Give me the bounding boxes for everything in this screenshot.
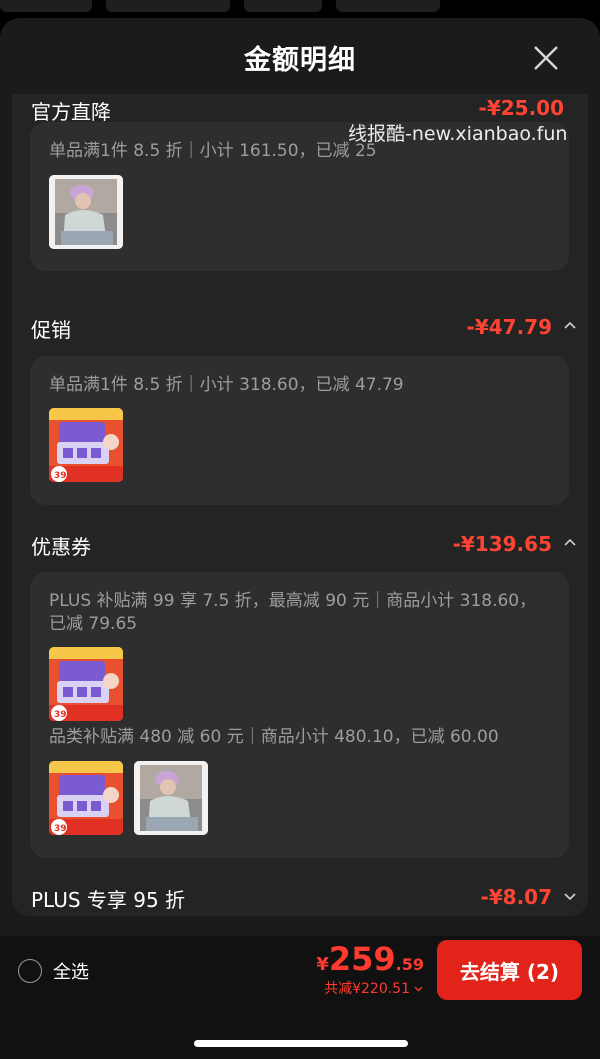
radio-icon[interactable]	[18, 959, 42, 983]
row-amount: -¥139.65	[452, 532, 552, 556]
total-price: ¥259.59	[316, 940, 424, 978]
shirt-photo-icon	[134, 761, 208, 835]
category-subsidy-text: 品类补贴满 480 减 60 元｜商品小计 480.10，已减 60.00	[49, 727, 499, 747]
row-amount: -¥8.07	[480, 885, 552, 909]
chevron-up-icon	[564, 538, 576, 546]
chevron-down-icon	[564, 893, 576, 901]
detail-content: 官方直降 -¥25.00 单品满1件 8.5 折｜小计 161.50，已减 25…	[12, 80, 588, 916]
row-label: 优惠券	[31, 535, 91, 559]
watermark-text: 线报酷-new.xianbao.fun	[348, 123, 568, 145]
price-badge: 39	[54, 710, 67, 720]
currency-symbol: ¥	[316, 954, 329, 975]
discount-rule-text: 单品满1件 8.5 折｜小计 161.50，已减 25	[49, 141, 377, 161]
price-integer: 259	[328, 940, 396, 978]
product-thumb-shirt[interactable]	[134, 761, 208, 835]
price-badge: 39	[54, 471, 67, 481]
product-thumb-tissue[interactable]: 39	[49, 647, 123, 721]
close-icon[interactable]	[528, 40, 564, 76]
tissue-product-icon: 39	[49, 761, 123, 835]
background-tab	[244, 0, 322, 12]
coupon-rule-text: PLUS 补贴满 99 享 7.5 折，最高减 90 元｜商品小计 318.60…	[49, 591, 537, 611]
price-badge: 39	[54, 824, 67, 834]
row-label: 促销	[31, 318, 71, 342]
product-thumb-tissue[interactable]: 39	[49, 761, 123, 835]
background-tab	[336, 0, 440, 12]
row-amount: -¥25.00	[478, 96, 564, 120]
home-indicator	[194, 1040, 408, 1047]
select-all-toggle[interactable]: 全选	[18, 958, 89, 984]
row-amount: -¥47.79	[466, 315, 552, 339]
checkout-bar: 全选 ¥259.59 共减¥220.51 去结算 (2)	[0, 936, 600, 1059]
amount-detail-sheet: 官方直降 -¥25.00 单品满1件 8.5 折｜小计 161.50，已减 25…	[0, 18, 600, 936]
total-saving-text: 共减¥220.51	[324, 981, 410, 997]
product-thumb-shirt[interactable]	[49, 175, 123, 249]
row-label: 官方直降	[31, 100, 111, 124]
coupon-detail-card: PLUS 补贴满 99 享 7.5 折，最高减 90 元｜商品小计 318.60…	[30, 572, 569, 858]
background-tab	[0, 0, 92, 12]
coupon-rule-text-cont: 已减 79.65	[49, 614, 138, 634]
select-all-label: 全选	[53, 962, 89, 983]
chevron-up-icon	[564, 321, 576, 329]
promotion-rule-text: 单品满1件 8.5 折｜小计 318.60，已减 47.79	[49, 375, 404, 395]
chevron-down-icon	[414, 986, 423, 992]
tissue-product-icon: 39	[49, 647, 123, 721]
shirt-photo-icon	[49, 175, 123, 249]
tissue-product-icon: 39	[49, 408, 123, 482]
price-decimal: .59	[395, 955, 424, 974]
sheet-header: 金额明细	[0, 18, 600, 94]
background-tab	[106, 0, 230, 12]
promotion-detail-card: 单品满1件 8.5 折｜小计 318.60，已减 47.79 39	[30, 356, 569, 505]
total-saving-toggle[interactable]: 共减¥220.51	[324, 978, 424, 998]
row-label: PLUS 专享 95 折	[31, 888, 186, 912]
product-thumb-tissue[interactable]: 39	[49, 408, 123, 482]
row-coupon[interactable]: 优惠券 -¥139.65	[12, 523, 588, 563]
row-promotion[interactable]: 促销 -¥47.79	[12, 306, 588, 346]
sheet-title: 金额明细	[244, 45, 356, 76]
checkout-button[interactable]: 去结算 (2)	[437, 940, 582, 1000]
background-tabs	[0, 0, 600, 18]
row-plus-discount[interactable]: PLUS 专享 95 折 -¥8.07	[12, 876, 588, 916]
